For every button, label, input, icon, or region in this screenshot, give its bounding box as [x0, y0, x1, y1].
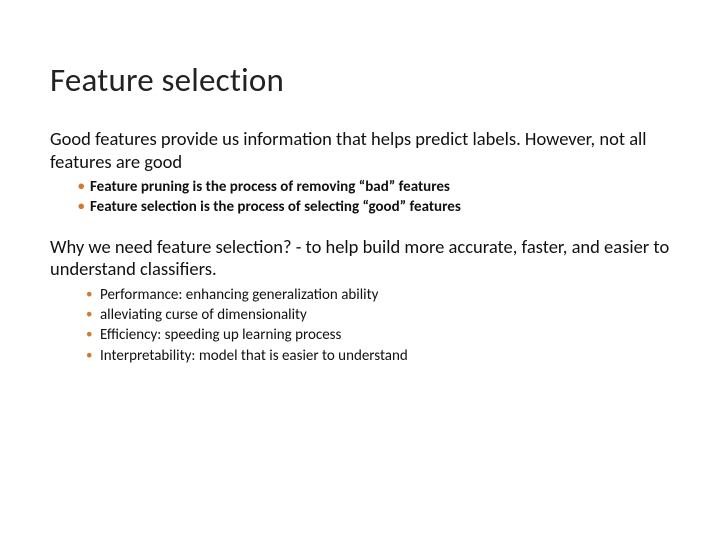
paragraph-1: Good features provide us information tha…: [50, 128, 670, 173]
paragraph-2: Why we need feature selection? - to help…: [50, 236, 670, 281]
bullet-list-1: Feature pruning is the process of removi…: [50, 177, 670, 218]
list-item: alleviating curse of dimensionality: [86, 305, 670, 325]
list-item: Feature selection is the process of sele…: [78, 197, 670, 217]
list-item: Efficiency: speeding up learning process: [86, 325, 670, 345]
slide: Feature selection Good features provide …: [0, 0, 720, 540]
list-item: Feature pruning is the process of removi…: [78, 177, 670, 197]
list-item: Interpretability: model that is easier t…: [86, 346, 670, 366]
slide-title: Feature selection: [50, 60, 670, 100]
bullet-list-2: Performance: enhancing generalization ab…: [50, 285, 670, 366]
list-item: Performance: enhancing generalization ab…: [86, 285, 670, 305]
